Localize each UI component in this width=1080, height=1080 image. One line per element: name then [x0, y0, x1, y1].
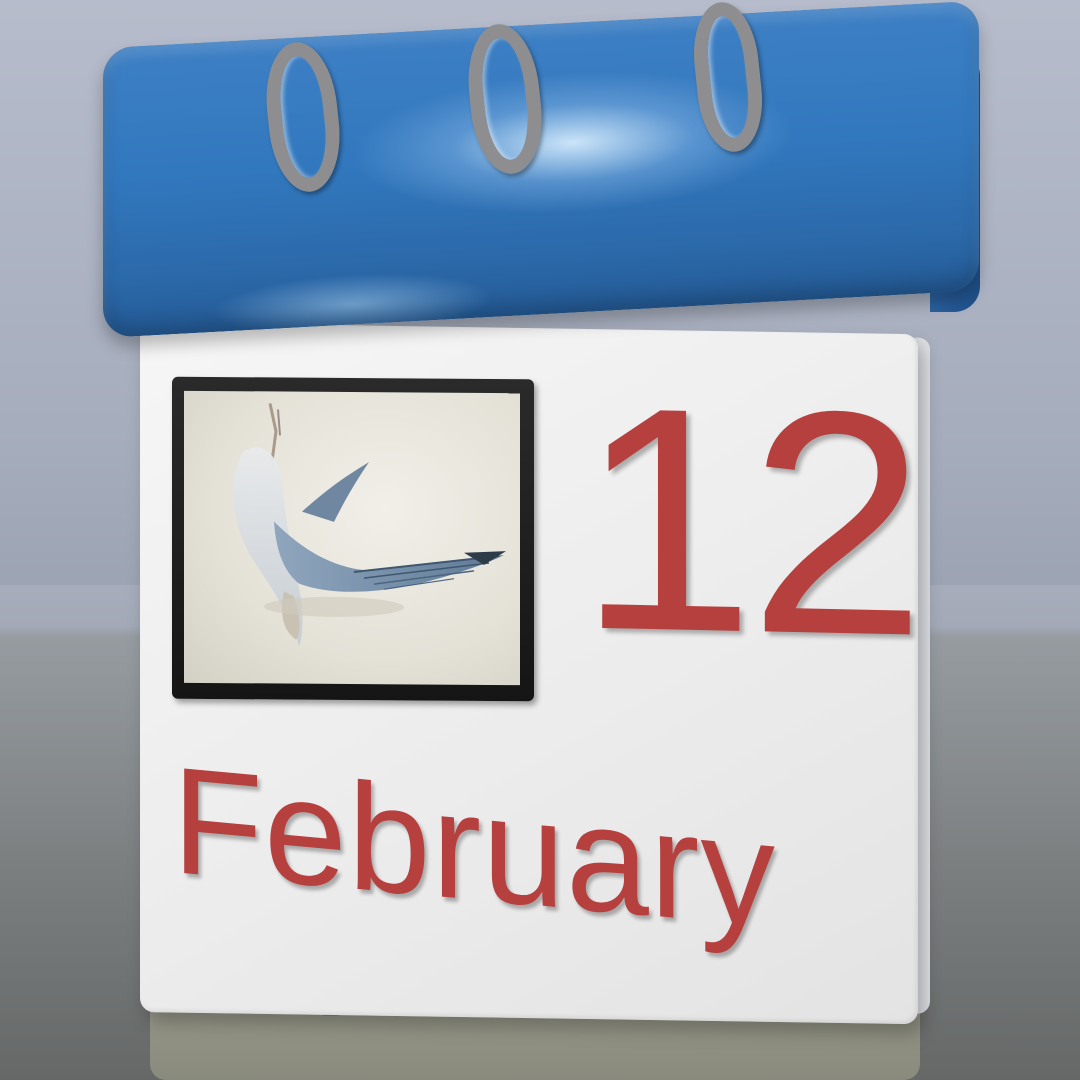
- bird-painting-svg: [233, 403, 506, 647]
- calendar-scene: February: [0, 0, 1080, 1080]
- dead-bird-painting-icon: [184, 390, 520, 686]
- calendar-day-number: 12: [578, 340, 920, 703]
- picture-frame: [172, 376, 534, 702]
- calendar-header-bar: [103, 0, 979, 339]
